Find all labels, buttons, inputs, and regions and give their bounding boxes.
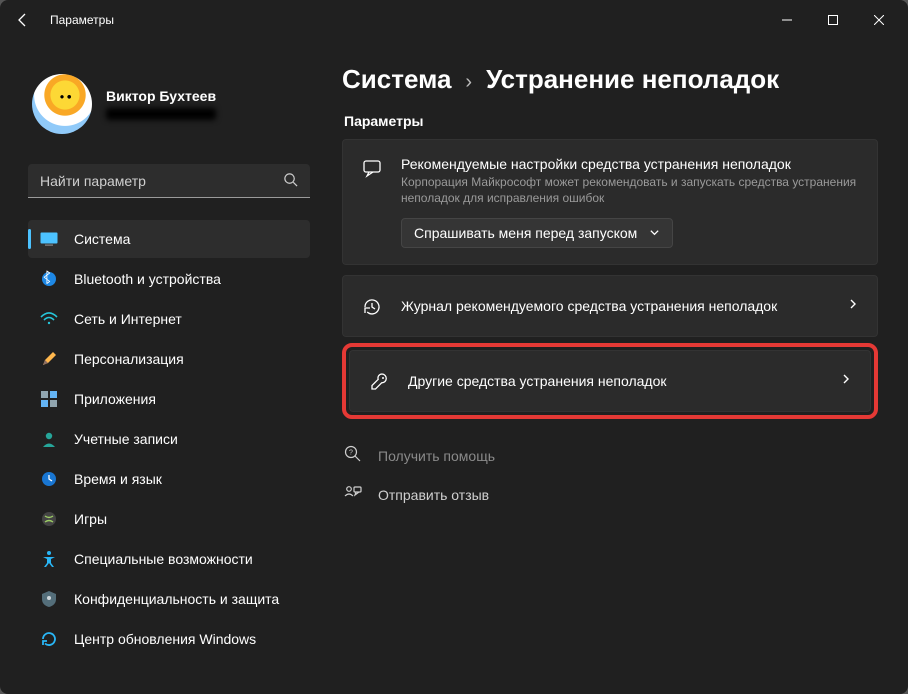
sidebar-item-label: Игры	[74, 511, 107, 527]
minimize-button[interactable]	[764, 4, 810, 36]
feedback-link[interactable]: Отправить отзыв	[344, 484, 878, 505]
back-button[interactable]	[14, 11, 32, 29]
help-icon: ?	[344, 445, 364, 466]
sidebar-item-label: Персонализация	[74, 351, 184, 367]
bluetooth-icon	[40, 270, 58, 288]
reco-title: Рекомендуемые настройки средства устране…	[401, 156, 859, 172]
sidebar-item-label: Время и язык	[74, 471, 162, 487]
chat-icon	[361, 158, 383, 178]
chevron-down-icon	[649, 225, 660, 241]
reco-dropdown[interactable]: Спрашивать меня перед запуском	[401, 218, 673, 248]
sidebar-item-label: Сеть и Интернет	[74, 311, 182, 327]
sidebar-item-accessibility[interactable]: Специальные возможности	[28, 540, 310, 578]
sidebar-item-label: Центр обновления Windows	[74, 631, 256, 647]
chevron-right-icon	[847, 297, 859, 315]
nav-list: Система Bluetooth и устройства Сеть и Ин…	[28, 220, 310, 658]
user-email-redacted	[106, 108, 216, 120]
close-button[interactable]	[856, 4, 902, 36]
history-row[interactable]: Журнал рекомендуемого средства устранени…	[342, 275, 878, 337]
sidebar-item-privacy[interactable]: Конфиденциальность и защита	[28, 580, 310, 618]
search-icon	[283, 172, 298, 190]
recommended-settings-card: Рекомендуемые настройки средства устране…	[342, 139, 878, 265]
update-icon	[40, 630, 58, 648]
clock-icon	[40, 470, 58, 488]
xbox-icon	[40, 510, 58, 528]
sidebar-item-games[interactable]: Игры	[28, 500, 310, 538]
sidebar-item-network[interactable]: Сеть и Интернет	[28, 300, 310, 338]
sidebar-item-personalization[interactable]: Персонализация	[28, 340, 310, 378]
sidebar-item-apps[interactable]: Приложения	[28, 380, 310, 418]
maximize-button[interactable]	[810, 4, 856, 36]
row-label: Другие средства устранения неполадок	[408, 373, 822, 389]
main-content: Система › Устранение неполадок Параметры…	[322, 40, 908, 694]
sidebar-item-label: Система	[74, 231, 130, 247]
section-label: Параметры	[344, 113, 878, 129]
search-input[interactable]: Найти параметр	[28, 164, 310, 198]
chevron-right-icon: ›	[465, 71, 472, 94]
reco-desc: Корпорация Майкрософт может рекомендоват…	[401, 174, 859, 206]
brush-icon	[40, 350, 58, 368]
accessibility-icon	[40, 550, 58, 568]
titlebar: Параметры	[0, 0, 908, 40]
breadcrumb: Система › Устранение неполадок	[342, 64, 878, 95]
sidebar-item-system[interactable]: Система	[28, 220, 310, 258]
sidebar-item-label: Приложения	[74, 391, 156, 407]
breadcrumb-root[interactable]: Система	[342, 64, 451, 95]
search-placeholder: Найти параметр	[40, 173, 146, 189]
profile-block[interactable]: Виктор Бухтеев	[28, 50, 310, 154]
sidebar-item-label: Специальные возможности	[74, 551, 253, 567]
user-icon	[40, 430, 58, 448]
feedback-icon	[344, 484, 364, 505]
dropdown-value: Спрашивать меня перед запуском	[414, 225, 637, 241]
history-icon	[361, 297, 383, 317]
link-label: Получить помощь	[378, 448, 495, 464]
apps-icon	[40, 390, 58, 408]
settings-window: Параметры Виктор Бухтеев Найти параметр	[0, 0, 908, 694]
sidebar: Виктор Бухтеев Найти параметр Система Bl…	[0, 40, 322, 694]
chevron-right-icon	[840, 372, 852, 390]
breadcrumb-leaf: Устранение неполадок	[486, 64, 779, 95]
highlight-frame: Другие средства устранения неполадок	[342, 343, 878, 419]
wifi-icon	[40, 310, 58, 328]
row-label: Журнал рекомендуемого средства устранени…	[401, 298, 829, 314]
other-troubleshooters-row[interactable]: Другие средства устранения неполадок	[349, 350, 871, 412]
sidebar-item-label: Учетные записи	[74, 431, 178, 447]
link-label: Отправить отзыв	[378, 487, 489, 503]
shield-icon	[40, 590, 58, 608]
user-name: Виктор Бухтеев	[106, 88, 216, 104]
svg-text:?: ?	[349, 450, 353, 457]
system-icon	[40, 230, 58, 248]
wrench-icon	[368, 372, 390, 392]
sidebar-item-label: Bluetooth и устройства	[74, 271, 221, 287]
window-title: Параметры	[50, 13, 114, 27]
sidebar-item-update[interactable]: Центр обновления Windows	[28, 620, 310, 658]
sidebar-item-label: Конфиденциальность и защита	[74, 591, 279, 607]
sidebar-item-accounts[interactable]: Учетные записи	[28, 420, 310, 458]
help-link[interactable]: ? Получить помощь	[344, 445, 878, 466]
avatar	[32, 74, 92, 134]
sidebar-item-bluetooth[interactable]: Bluetooth и устройства	[28, 260, 310, 298]
sidebar-item-time[interactable]: Время и язык	[28, 460, 310, 498]
